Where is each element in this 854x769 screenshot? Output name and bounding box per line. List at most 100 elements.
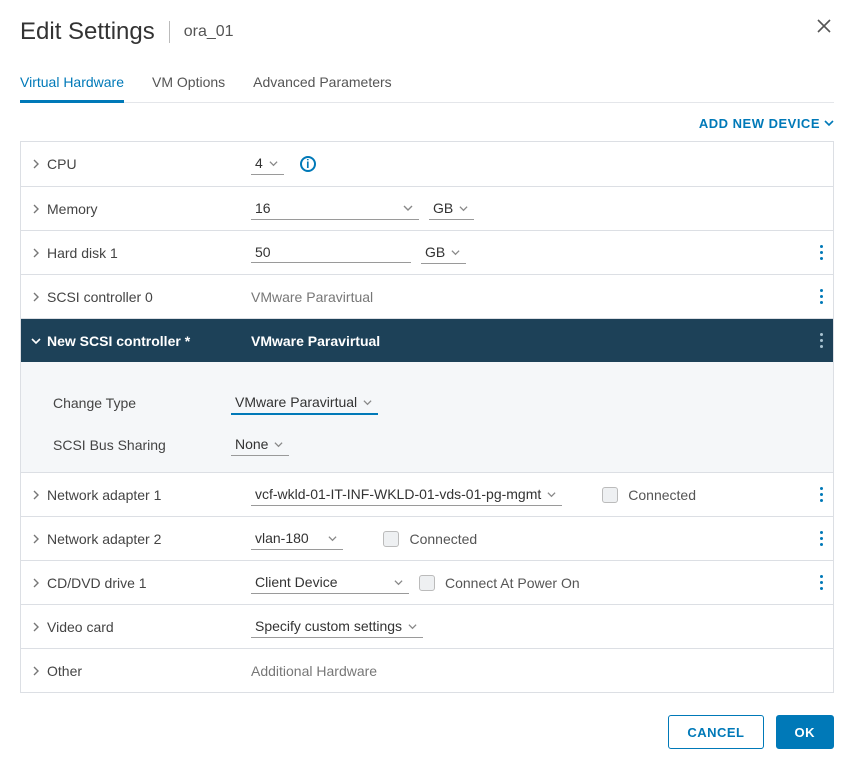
row-hd1-toggle[interactable]: Hard disk 1 xyxy=(31,245,251,261)
hd1-actions-menu[interactable] xyxy=(820,245,823,260)
tab-vm-options[interactable]: VM Options xyxy=(152,74,225,102)
row-other-toggle[interactable]: Other xyxy=(31,663,251,679)
cd-actions-menu[interactable] xyxy=(820,575,823,590)
net1-connected-label: Connected xyxy=(628,487,696,503)
cancel-button[interactable]: CANCEL xyxy=(668,715,763,749)
hd1-unit-select[interactable]: GB xyxy=(421,242,466,264)
row-cd-toggle[interactable]: CD/DVD drive 1 xyxy=(31,575,251,591)
cd-connect-label: Connect At Power On xyxy=(445,575,580,591)
net1-connected-checkbox[interactable] xyxy=(602,487,618,503)
dialog-title: Edit Settings xyxy=(20,18,155,46)
chevron-down-icon xyxy=(328,530,337,546)
bus-sharing-label: SCSI Bus Sharing xyxy=(31,437,231,453)
tab-advanced-parameters[interactable]: Advanced Parameters xyxy=(253,74,392,102)
row-net2-toggle[interactable]: Network adapter 2 xyxy=(31,531,251,547)
chevron-down-icon xyxy=(363,394,372,410)
new-scsi-label: New SCSI controller * xyxy=(47,333,190,349)
chevron-right-icon xyxy=(31,204,41,214)
chevron-down-icon xyxy=(408,618,417,634)
row-network-adapter-2: Network adapter 2 vlan-180 Connected xyxy=(21,516,833,560)
row-cd-dvd-1: CD/DVD drive 1 Client Device Connect At … xyxy=(21,560,833,604)
chevron-right-icon xyxy=(31,578,41,588)
net2-connected-label: Connected xyxy=(409,531,477,547)
chevron-right-icon xyxy=(31,292,41,302)
hardware-table: CPU 4 i Memory 16 GB xyxy=(20,141,834,693)
chevron-down-icon xyxy=(274,436,283,452)
scsi0-actions-menu[interactable] xyxy=(820,289,823,304)
chevron-down-icon xyxy=(394,574,403,590)
edit-settings-dialog: Edit Settings ora_01 Virtual Hardware VM… xyxy=(0,0,854,769)
bus-sharing-value: None xyxy=(235,436,268,452)
video-value: Specify custom settings xyxy=(255,618,402,634)
row-new-scsi-toggle[interactable]: New SCSI controller * xyxy=(31,333,251,349)
new-scsi-actions-menu[interactable] xyxy=(820,333,823,348)
net2-value: vlan-180 xyxy=(255,530,309,546)
chevron-down-icon xyxy=(403,200,413,216)
memory-unit-select[interactable]: GB xyxy=(429,198,474,220)
other-label: Other xyxy=(47,663,82,679)
info-icon[interactable]: i xyxy=(300,156,316,172)
row-network-adapter-1: Network adapter 1 vcf-wkld-01-IT-INF-WKL… xyxy=(21,472,833,516)
cd-label: CD/DVD drive 1 xyxy=(47,575,147,591)
row-cpu-toggle[interactable]: CPU xyxy=(31,156,251,172)
chevron-right-icon xyxy=(31,248,41,258)
net1-actions-menu[interactable] xyxy=(820,487,823,502)
row-hard-disk-1: Hard disk 1 GB xyxy=(21,230,833,274)
scsi0-label: SCSI controller 0 xyxy=(47,289,153,305)
cpu-value: 4 xyxy=(255,155,263,171)
net2-label: Network adapter 2 xyxy=(47,531,161,547)
memory-unit: GB xyxy=(433,200,453,216)
chevron-down-icon xyxy=(451,244,460,260)
dialog-header: Edit Settings ora_01 xyxy=(20,18,834,46)
chevron-down-icon xyxy=(459,200,468,216)
net1-value: vcf-wkld-01-IT-INF-WKLD-01-vds-01-pg-mgm… xyxy=(255,486,541,502)
change-type-value: VMware Paravirtual xyxy=(235,394,357,410)
cd-device-select[interactable]: Client Device xyxy=(251,572,409,594)
row-net1-toggle[interactable]: Network adapter 1 xyxy=(31,487,251,503)
add-new-device-label: ADD NEW DEVICE xyxy=(699,116,820,131)
scsi0-value: VMware Paravirtual xyxy=(251,289,373,305)
dialog-footer: CANCEL OK xyxy=(668,715,834,749)
hd1-unit: GB xyxy=(425,244,445,260)
memory-label: Memory xyxy=(47,201,98,217)
cd-connect-checkbox[interactable] xyxy=(419,575,435,591)
ok-button[interactable]: OK xyxy=(776,715,835,749)
net2-network-select[interactable]: vlan-180 xyxy=(251,528,343,550)
chevron-down-icon xyxy=(547,486,556,502)
row-video-toggle[interactable]: Video card xyxy=(31,619,251,635)
add-new-device-button[interactable]: ADD NEW DEVICE xyxy=(699,116,834,131)
row-scsi0-toggle[interactable]: SCSI controller 0 xyxy=(31,289,251,305)
hd1-size-input[interactable] xyxy=(251,242,411,263)
net2-actions-menu[interactable] xyxy=(820,531,823,546)
net1-label: Network adapter 1 xyxy=(47,487,161,503)
video-settings-select[interactable]: Specify custom settings xyxy=(251,616,423,638)
chevron-right-icon xyxy=(31,622,41,632)
net2-connected-checkbox[interactable] xyxy=(383,531,399,547)
cpu-label: CPU xyxy=(47,156,77,172)
net1-network-select[interactable]: vcf-wkld-01-IT-INF-WKLD-01-vds-01-pg-mgm… xyxy=(251,484,562,506)
bus-sharing-select[interactable]: None xyxy=(231,434,289,456)
row-cpu: CPU 4 i xyxy=(21,142,833,186)
memory-size-input[interactable]: 16 xyxy=(251,198,419,220)
chevron-right-icon xyxy=(31,534,41,544)
other-value: Additional Hardware xyxy=(251,663,377,679)
row-video-card: Video card Specify custom settings xyxy=(21,604,833,648)
chevron-right-icon xyxy=(31,666,41,676)
tab-virtual-hardware[interactable]: Virtual Hardware xyxy=(20,74,124,103)
close-button[interactable] xyxy=(816,18,832,37)
chevron-down-icon xyxy=(269,155,278,171)
change-type-select[interactable]: VMware Paravirtual xyxy=(231,392,378,415)
tabs: Virtual Hardware VM Options Advanced Par… xyxy=(20,74,834,103)
row-memory-toggle[interactable]: Memory xyxy=(31,201,251,217)
chevron-right-icon xyxy=(31,490,41,500)
new-scsi-value: VMware Paravirtual xyxy=(251,333,380,349)
cpu-count-select[interactable]: 4 xyxy=(251,153,284,175)
chevron-right-icon xyxy=(31,159,41,169)
video-label: Video card xyxy=(47,619,114,635)
chevron-down-icon xyxy=(31,336,41,346)
add-device-container: ADD NEW DEVICE xyxy=(20,115,834,131)
chevron-down-icon xyxy=(824,116,834,131)
row-other: Other Additional Hardware xyxy=(21,648,833,692)
cd-value: Client Device xyxy=(255,574,337,590)
hd1-label: Hard disk 1 xyxy=(47,245,118,261)
